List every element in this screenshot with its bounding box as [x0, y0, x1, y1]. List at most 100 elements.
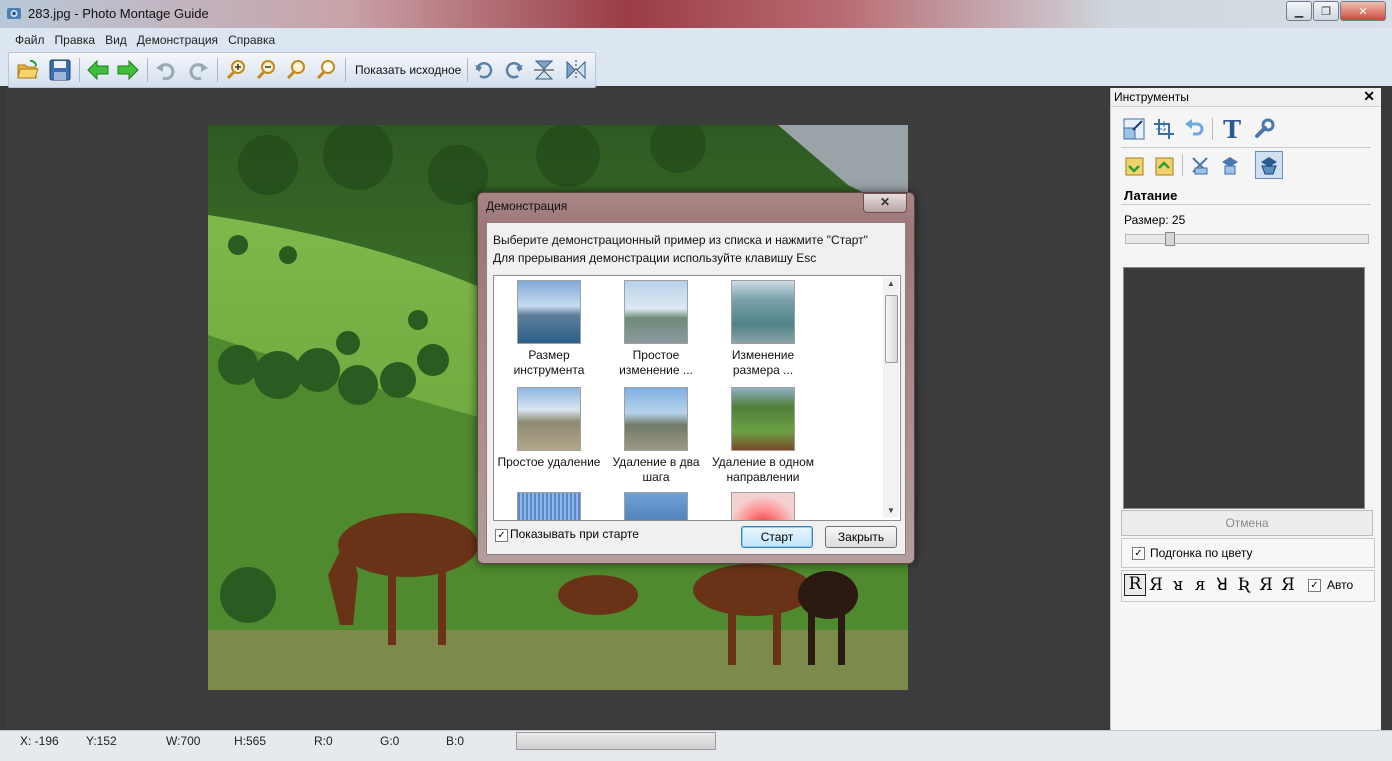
- demo-item-9[interactable]: [708, 492, 818, 520]
- zoom-fit-icon[interactable]: [283, 57, 309, 83]
- scrollbar-thumb[interactable]: [885, 295, 898, 363]
- zoom-in-icon[interactable]: [223, 57, 249, 83]
- stamp-tool-icon[interactable]: [1187, 152, 1213, 178]
- demo-list-scrollbar[interactable]: ▲ ▼: [883, 277, 899, 517]
- text-tool-icon[interactable]: T: [1219, 115, 1245, 144]
- status-height: H:565: [234, 734, 267, 748]
- patch-mode-row: R Я ᴚ ᴙ ꓤ Ʀ Я Я ✓ Авто: [1121, 570, 1375, 602]
- scroll-down-icon[interactable]: ▼: [887, 506, 895, 515]
- export-image-icon[interactable]: [1151, 152, 1177, 178]
- status-x: X: -196: [20, 734, 59, 748]
- scroll-up-icon[interactable]: ▲: [887, 279, 895, 288]
- size-slider-thumb[interactable]: [1165, 232, 1175, 246]
- size-slider[interactable]: [1125, 234, 1369, 244]
- title-bar: 283.jpg - Photo Montage Guide ▁ ❐ ✕: [0, 0, 1392, 28]
- tools-panel: Инструменты ✕ T Латание Размер: 25 Отмен…: [1110, 88, 1381, 730]
- mode-mirror-h[interactable]: Я: [1146, 575, 1166, 595]
- undo-tool-icon[interactable]: [1181, 116, 1207, 142]
- dialog-esc-hint: Для прерывания демонстрации используйте …: [493, 251, 817, 265]
- tool-name: Латание: [1124, 188, 1178, 203]
- menu-bar: Файл Правка Вид Демонстрация Справка: [10, 30, 280, 50]
- window-title: 283.jpg - Photo Montage Guide: [28, 6, 209, 21]
- undo-icon[interactable]: [153, 57, 179, 83]
- demo-item-tool-size[interactable]: Размер инструмента: [494, 280, 604, 378]
- color-match-row: ✓ Подгонка по цвету: [1121, 538, 1375, 568]
- menu-view[interactable]: Вид: [100, 30, 132, 50]
- demo-item-7[interactable]: [494, 492, 604, 520]
- back-arrow-icon[interactable]: [85, 57, 111, 83]
- app-icon: [7, 8, 21, 19]
- redo-icon[interactable]: [185, 57, 211, 83]
- demo-thumb: [517, 280, 581, 344]
- crop-tool-icon[interactable]: [1151, 116, 1177, 142]
- flip-horizontal-icon[interactable]: [563, 57, 589, 83]
- maximize-button[interactable]: ❐: [1313, 1, 1339, 21]
- rotate-cw-icon[interactable]: [471, 57, 497, 83]
- menu-demo[interactable]: Демонстрация: [132, 30, 223, 50]
- open-folder-icon[interactable]: [15, 57, 41, 83]
- mode-flip-v[interactable]: ꓤ: [1212, 575, 1232, 595]
- size-label: Размер: 25: [1124, 213, 1186, 227]
- panel-close-icon[interactable]: ✕: [1363, 88, 1375, 105]
- save-icon[interactable]: [47, 57, 73, 83]
- menu-edit[interactable]: Правка: [50, 30, 101, 50]
- wrench-tool-icon[interactable]: [1251, 116, 1277, 142]
- mode-rotate-180[interactable]: Ʀ: [1234, 575, 1254, 595]
- dialog-close-icon[interactable]: ✕: [863, 193, 907, 213]
- flip-vertical-icon[interactable]: [531, 57, 557, 83]
- demo-thumb: [624, 280, 688, 344]
- status-blue: B:0: [446, 734, 465, 748]
- show-original-button[interactable]: Показать исходное: [355, 63, 461, 77]
- mode-normal[interactable]: R: [1124, 574, 1146, 596]
- demo-item-resize[interactable]: Изменение размера ...: [708, 280, 818, 378]
- show-on-start-label: Показывать при старте: [510, 527, 639, 541]
- rotate-ccw-icon[interactable]: [501, 57, 527, 83]
- demo-thumb: [624, 492, 688, 520]
- resize-tool-icon[interactable]: [1121, 116, 1147, 142]
- start-button[interactable]: Старт: [741, 526, 813, 548]
- clone-tool-icon[interactable]: [1217, 152, 1243, 178]
- close-dialog-button[interactable]: Закрыть: [825, 526, 897, 548]
- patch-preview: [1123, 267, 1365, 509]
- auto-label: Авто: [1327, 578, 1354, 592]
- dialog-body: Выберите демонстрационный пример из спис…: [486, 222, 906, 555]
- forward-arrow-icon[interactable]: [115, 57, 141, 83]
- status-green: G:0: [380, 734, 400, 748]
- color-match-label: Подгонка по цвету: [1150, 546, 1253, 560]
- demo-item-simple-change[interactable]: Простое изменение ...: [601, 280, 711, 378]
- toolbar: Показать исходное: [8, 52, 596, 88]
- demo-item-simple-removal[interactable]: Простое удаление: [494, 387, 604, 470]
- status-width: W:700: [166, 734, 201, 748]
- demo-item-directional-removal[interactable]: Удаление в одном направлении: [708, 387, 818, 485]
- status-progress-bar: [516, 732, 716, 750]
- panel-title: Инструменты: [1114, 90, 1189, 104]
- minimize-button[interactable]: ▁: [1286, 1, 1312, 21]
- mode-rotate-270[interactable]: Я: [1256, 575, 1276, 595]
- demo-thumb: [517, 492, 581, 520]
- color-match-checkbox[interactable]: ✓: [1132, 547, 1145, 560]
- demo-item-8[interactable]: [601, 492, 711, 520]
- auto-checkbox[interactable]: ✓: [1308, 579, 1321, 592]
- mode-rotate-270-mirror[interactable]: Я: [1278, 575, 1298, 595]
- demo-thumb: [624, 387, 688, 451]
- mode-rotate-90[interactable]: ᴚ: [1168, 575, 1188, 595]
- zoom-actual-icon[interactable]: [313, 57, 339, 83]
- status-bar: X: -196 Y:152 W:700 H:565 R:0 G:0 B:0: [0, 730, 1392, 761]
- show-on-start-checkbox[interactable]: ✓: [495, 529, 508, 542]
- import-image-icon[interactable]: [1121, 152, 1147, 178]
- mode-rotate-90-mirror[interactable]: ᴙ: [1190, 575, 1210, 595]
- demo-thumb: [731, 492, 795, 520]
- demo-thumb: [517, 387, 581, 451]
- demo-list: Размер инструмента Простое изменение ...…: [493, 275, 901, 521]
- dialog-instruction: Выберите демонстрационный пример из спис…: [493, 233, 868, 247]
- status-red: R:0: [314, 734, 333, 748]
- panel-header: Инструменты ✕: [1111, 88, 1381, 107]
- cancel-button[interactable]: Отмена: [1121, 510, 1373, 536]
- zoom-out-icon[interactable]: [253, 57, 279, 83]
- status-y: Y:152: [86, 734, 117, 748]
- demo-item-two-step-removal[interactable]: Удаление в два шага: [601, 387, 711, 485]
- close-window-button[interactable]: ✕: [1340, 1, 1386, 21]
- menu-file[interactable]: Файл: [10, 30, 50, 50]
- menu-help[interactable]: Справка: [223, 30, 280, 50]
- patch-tool-icon[interactable]: [1255, 151, 1283, 179]
